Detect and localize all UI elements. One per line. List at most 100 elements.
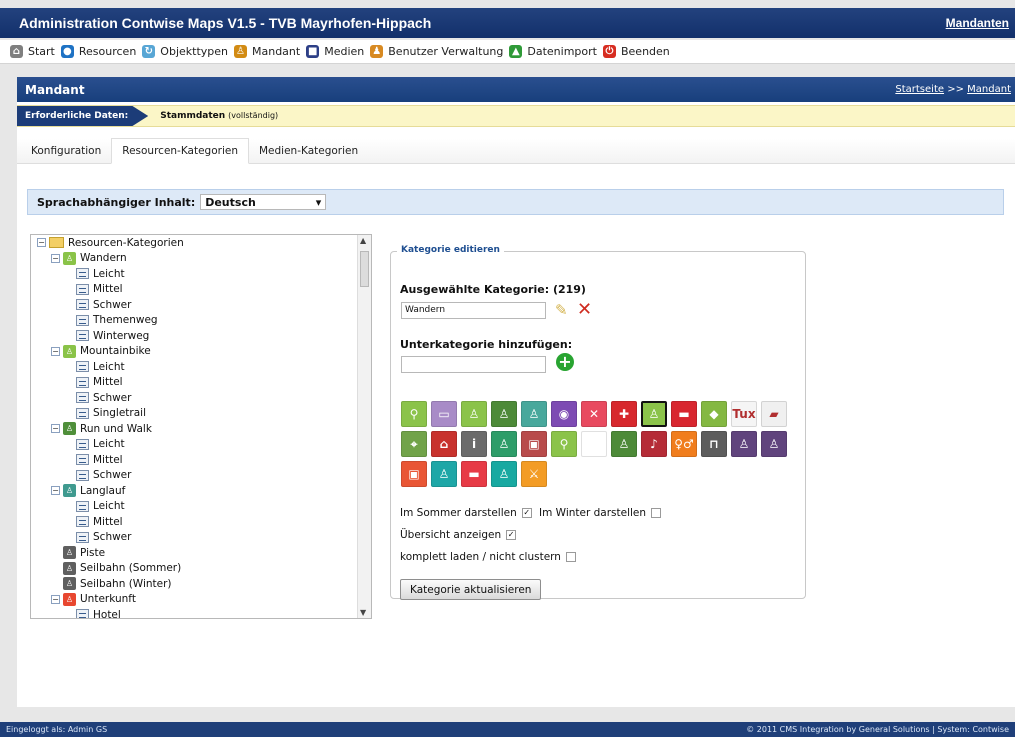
language-bar: Sprachabhängiger Inhalt: Deutsch ▾ <box>27 189 1004 215</box>
menu-item-start[interactable]: ⌂ Start <box>10 45 55 58</box>
car-icon[interactable]: ▣ <box>521 431 547 457</box>
bed-icon: ♙ <box>63 592 76 606</box>
tux-logo-icon[interactable]: Tux <box>731 401 757 427</box>
tree-scrollbar[interactable]: ▲ ▼ <box>357 235 371 618</box>
language-select[interactable]: Deutsch ▾ <box>200 194 327 210</box>
music-icon[interactable]: ♪ <box>641 431 667 457</box>
sport-icon[interactable]: ♙ <box>491 431 517 457</box>
tree-subcategory[interactable]: Winterweg <box>31 328 371 344</box>
tree-subcategory[interactable]: Schwer <box>31 297 371 313</box>
brand-logo-icon[interactable]: ▬ <box>671 401 697 427</box>
category-tree[interactable]: − Resourcen-Kategorien − ♙ Wandern Leicht Mit… <box>30 234 372 619</box>
breadcrumb-current[interactable]: Mandant <box>967 84 1011 95</box>
tree-subcategory[interactable]: Mittel <box>31 375 371 391</box>
menu-item-datenimport[interactable]: ▲ Datenimport <box>509 45 597 58</box>
tree-subcategory[interactable]: Schwer <box>31 530 371 546</box>
chair-lift-icon[interactable]: ♙ <box>731 431 757 457</box>
partner-logo-icon[interactable]: ▰ <box>761 401 787 427</box>
no-cluster-checkbox[interactable] <box>565 552 576 562</box>
collapse-icon[interactable]: − <box>37 238 46 248</box>
delete-icon[interactable]: ✕ <box>577 299 592 320</box>
walker-icon[interactable]: ♙ <box>491 401 517 427</box>
tree-subcategory[interactable]: Themenweg <box>31 313 371 329</box>
hiking-orange-icon[interactable]: ⚔ <box>521 461 547 487</box>
ski-tour-icon[interactable]: ♙ <box>521 401 547 427</box>
shopping-cart-icon[interactable]: ▣ <box>401 461 427 487</box>
ski-icon[interactable]: ♙ <box>761 431 787 457</box>
collapse-icon[interactable]: − <box>51 424 60 434</box>
tree-category[interactable]: − ♙ Wandern <box>31 251 371 267</box>
tree-subcategory[interactable]: Mittel <box>31 282 371 298</box>
map-pin-icon[interactable]: ⌖ <box>401 431 427 457</box>
tree-subcategory[interactable]: Leicht <box>31 437 371 453</box>
bike-icon[interactable]: ⚲ <box>401 401 427 427</box>
toilet-icon[interactable]: ♀♂ <box>671 431 697 457</box>
hiking-icon[interactable]: ♙ <box>641 401 667 427</box>
menu-item-mandant[interactable]: ♙ Mandant <box>234 45 300 58</box>
badge-icon[interactable]: ◆ <box>701 401 727 427</box>
speech-bubble-icon[interactable]: ▭ <box>431 401 457 427</box>
menu-item-resourcen[interactable]: ● Resourcen <box>60 45 137 58</box>
add-icon[interactable]: + <box>556 353 574 371</box>
tree-category[interactable]: − ♙ Mountainbike <box>31 344 371 360</box>
tree-category[interactable]: − ♙ Run und Walk <box>31 421 371 437</box>
tree-subcategory[interactable]: Singletrail <box>31 406 371 422</box>
tree-category[interactable]: − ♙ Unterkunft <box>31 592 371 608</box>
tree-subcategory[interactable]: Hotel <box>31 607 371 618</box>
person-icon[interactable]: ♙ <box>431 461 457 487</box>
menu-item-medien[interactable]: ■ Medien <box>306 45 364 58</box>
edit-pencil-icon[interactable]: ✎ <box>555 301 568 319</box>
scroll-thumb[interactable] <box>360 251 369 287</box>
tree-subcategory[interactable]: Leicht <box>31 266 371 282</box>
breadcrumb-home[interactable]: Startseite <box>895 84 944 95</box>
collapse-icon[interactable]: − <box>51 346 60 356</box>
first-aid-icon[interactable]: ✚ <box>611 401 637 427</box>
required-data-label: Erforderliche Daten: <box>17 106 149 126</box>
tree-subcategory[interactable]: Schwer <box>31 468 371 484</box>
mandanten-link[interactable]: Mandanten <box>946 16 1009 30</box>
tree-category[interactable]: ♙ Piste <box>31 545 371 561</box>
bike-outline-icon[interactable]: ⚲ <box>551 431 577 457</box>
tree-subcategory[interactable]: Mittel <box>31 452 371 468</box>
selected-category-input[interactable]: Wandern <box>401 302 546 319</box>
climbing-icon[interactable]: ♙ <box>461 401 487 427</box>
collapse-icon[interactable]: − <box>51 253 60 263</box>
restaurant-icon[interactable]: ✕ <box>581 401 607 427</box>
person-teal-icon[interactable]: ♙ <box>491 461 517 487</box>
tree-root[interactable]: − Resourcen-Kategorien <box>31 235 371 251</box>
summer-display-checkbox[interactable]: ✓ <box>521 508 532 518</box>
menu-item-beenden[interactable]: ⏻ Beenden <box>602 45 670 58</box>
menu-item-label: Resourcen <box>78 45 137 58</box>
tree-subcategory[interactable]: Mittel <box>31 514 371 530</box>
info-icon[interactable]: i <box>461 431 487 457</box>
tree-subcategory[interactable]: Leicht <box>31 359 371 375</box>
collapse-icon[interactable]: − <box>51 594 60 604</box>
update-category-button[interactable]: Kategorie aktualisieren <box>400 579 542 600</box>
list-icon <box>76 454 89 466</box>
tab-resourcen-kategorien[interactable]: Resourcen-Kategorien <box>111 138 249 164</box>
winter-display-checkbox[interactable] <box>651 508 662 518</box>
tree-category[interactable]: ♙ Seilbahn (Winter) <box>31 576 371 592</box>
nordic-walking-icon[interactable]: ♙ <box>611 431 637 457</box>
scroll-up-icon[interactable]: ▲ <box>360 236 366 245</box>
menu-item-label: Datenimport <box>527 45 597 58</box>
add-subcategory-input[interactable] <box>401 356 546 373</box>
gondola-icon[interactable]: ⊓ <box>701 431 727 457</box>
tree-node-label: Mittel <box>93 515 123 528</box>
eye-icon[interactable]: ◉ <box>551 401 577 427</box>
media-icon: ■ <box>306 45 320 58</box>
tree-subcategory[interactable]: Schwer <box>31 390 371 406</box>
menu-item-benutzer-verwaltung[interactable]: ♟ Benutzer Verwaltung <box>370 45 503 58</box>
overview-checkbox[interactable]: ✓ <box>506 530 517 540</box>
tree-subcategory[interactable]: Leicht <box>31 499 371 515</box>
tab-medien-kategorien[interactable]: Medien-Kategorien <box>249 139 368 163</box>
tree-category[interactable]: − ♙ Langlauf <box>31 483 371 499</box>
tree-category[interactable]: ♙ Seilbahn (Sommer) <box>31 561 371 577</box>
scroll-down-icon[interactable]: ▼ <box>360 608 366 617</box>
empty-icon[interactable] <box>581 431 607 457</box>
menu-item-objekttypen[interactable]: ↻ Objekttypen <box>142 45 228 58</box>
house-icon[interactable]: ⌂ <box>431 431 457 457</box>
hotel-bed-icon[interactable]: ▬ <box>461 461 487 487</box>
collapse-icon[interactable]: − <box>51 486 60 496</box>
tab-konfiguration[interactable]: Konfiguration <box>21 139 111 163</box>
